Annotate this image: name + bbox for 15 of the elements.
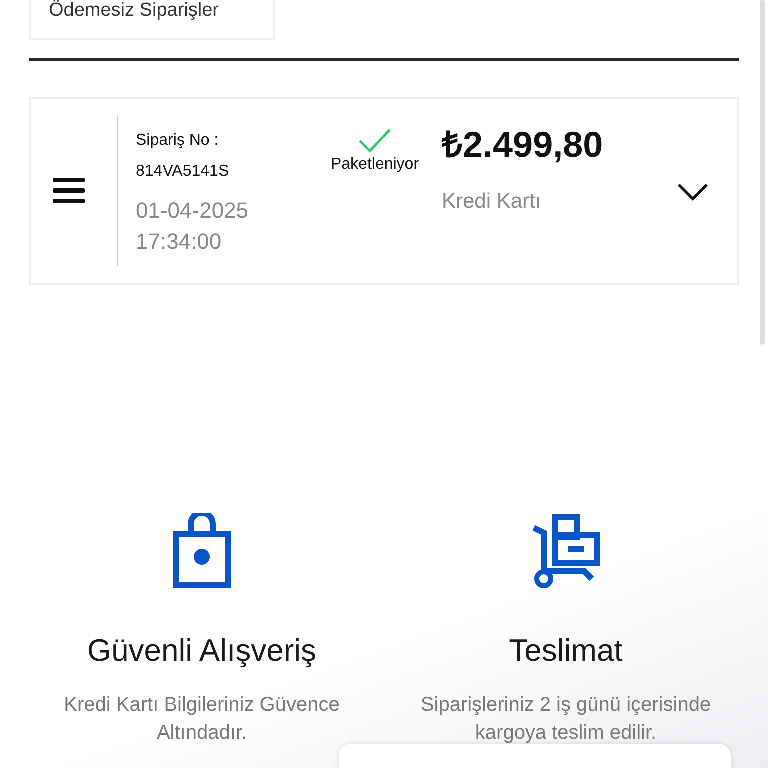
shopping-bag-icon [173, 513, 231, 589]
payment-method: Kredi Kartı [442, 190, 542, 214]
feature-description: Siparişleriniz 2 iş günü içerisinde kargoya teslim edilir. [420, 693, 712, 746]
feature-title: Teslimat [509, 633, 623, 669]
feature-title: Güvenli Alışveriş [87, 633, 317, 669]
order-number-label: Sipariş No : [136, 131, 220, 151]
order-date: 01-04-2025 [136, 197, 250, 225]
menu-icon[interactable] [53, 178, 85, 204]
order-total: ₺2.499,80 [442, 122, 604, 166]
order-filter-tab[interactable]: Ödemesiz Siparişler [29, 0, 275, 40]
order-status: Paketleniyor [330, 156, 420, 174]
order-time: 17:34:00 [136, 228, 223, 256]
feature-description: Kredi Kartı Bilgileriniz Güvence Altındadır. [63, 693, 341, 746]
chevron-icon[interactable] [677, 183, 709, 201]
luggage-cart-icon [532, 513, 600, 589]
